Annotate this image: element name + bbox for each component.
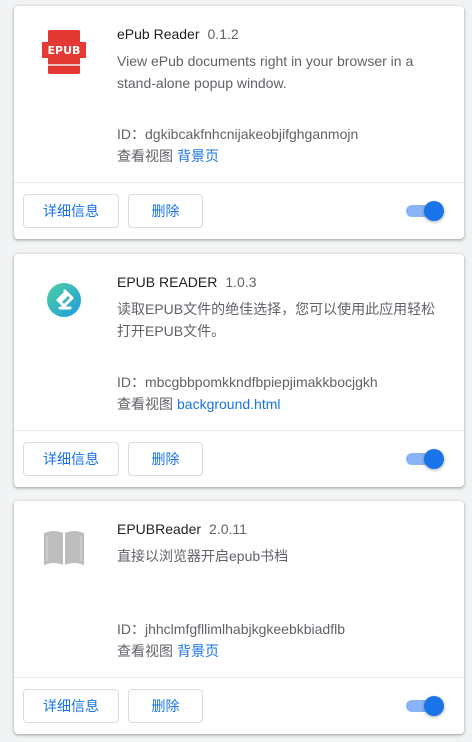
epub-icon-text: EPUB (48, 44, 81, 57)
details-button[interactable]: 详细信息 (23, 689, 119, 723)
extension-title: EPUBReader 2.0.11 (117, 519, 442, 539)
extension-description: View ePub documents right in your browse… (117, 53, 414, 91)
inspect-views-label: 查看视图 (117, 396, 173, 412)
enable-toggle[interactable] (406, 449, 444, 469)
inspect-views: 查看视图 背景页 (117, 146, 219, 166)
remove-button[interactable]: 删除 (128, 442, 203, 476)
background-page-link[interactable]: 背景页 (177, 148, 219, 164)
toggle-knob (424, 201, 444, 221)
details-button[interactable]: 详细信息 (23, 194, 119, 228)
extension-name: ePub Reader (117, 26, 200, 42)
extension-name: EPUB READER (117, 274, 218, 290)
remove-button[interactable]: 删除 (128, 194, 203, 228)
extension-id: ID：mbcgbbpomkkndfbpiepjimakkbocjgkh (117, 374, 378, 390)
inspect-views-label: 查看视图 (117, 148, 173, 164)
extension-info: EPUB READER 1.0.3 读取EPUB文件的绝佳选择，您可以使用此应用轻… (117, 272, 442, 342)
extension-name: EPUBReader (117, 521, 202, 537)
extension-info: ePub Reader 0.1.2 View ePub documents rig… (117, 24, 442, 94)
enable-toggle[interactable] (406, 201, 444, 221)
extension-card: EPUBReader 2.0.11 直接以浏览器开启epub书档 ID：jhhcl… (14, 501, 464, 734)
epub-reader-green-icon (38, 274, 90, 326)
enable-toggle[interactable] (406, 696, 444, 716)
extension-description: 读取EPUB文件的绝佳选择，您可以使用此应用轻松打开EPUB文件。 (117, 301, 436, 339)
details-button[interactable]: 详细信息 (23, 442, 119, 476)
extension-card: EPUB READER 1.0.3 读取EPUB文件的绝佳选择，您可以使用此应用轻… (14, 254, 464, 487)
extension-version: 2.0.11 (209, 521, 247, 537)
open-book-gray-icon (38, 521, 90, 573)
epub-red-book-icon: EPUB (38, 26, 90, 78)
remove-button[interactable]: 删除 (128, 689, 203, 723)
divider (14, 182, 464, 183)
extension-id: ID：jhhclmfgfllimlhabjkgkeebkbiadflb (117, 621, 345, 637)
toggle-knob (424, 449, 444, 469)
extension-id: ID：dgkibcakfnhcnijakeobjifghganmojn (117, 126, 359, 142)
extension-description: 直接以浏览器开启epub书档 (117, 548, 289, 564)
toggle-knob (424, 696, 444, 716)
extension-version: 0.1.2 (207, 26, 239, 42)
extension-version: 1.0.3 (225, 274, 257, 290)
inspect-views: 查看视图 background.html (117, 394, 281, 414)
inspect-views: 查看视图 背景页 (117, 641, 219, 661)
divider (14, 430, 464, 431)
divider (14, 677, 464, 678)
extension-title: ePub Reader 0.1.2 (117, 24, 442, 44)
background-html-link[interactable]: background.html (177, 396, 281, 412)
extension-title: EPUB READER 1.0.3 (117, 272, 442, 292)
inspect-views-label: 查看视图 (117, 643, 173, 659)
extension-card: EPUB ePub Reader 0.1.2 View ePub document… (14, 6, 464, 239)
extension-info: EPUBReader 2.0.11 直接以浏览器开启epub书档 (117, 519, 442, 589)
background-page-link[interactable]: 背景页 (177, 643, 219, 659)
